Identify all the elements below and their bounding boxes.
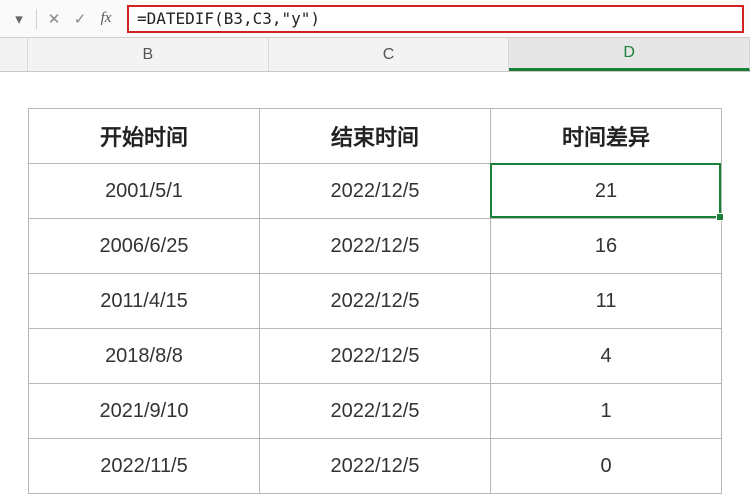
col-header-d[interactable]: D [509,38,750,71]
cell-start[interactable]: 2021/9/10 [29,384,260,439]
cell-start[interactable]: 2011/4/15 [29,274,260,329]
header-end[interactable]: 结束时间 [260,109,491,164]
table-row: 2006/6/252022/12/516 [29,219,722,274]
table-row: 2021/9/102022/12/51 [29,384,722,439]
cell-end[interactable]: 2022/12/5 [260,274,491,329]
formula-bar: ▾ ✕ ✓ fx =DATEDIF(B3,C3,"y") [0,0,750,38]
cell-start[interactable]: 2022/11/5 [29,439,260,494]
cell-diff[interactable]: 1 [491,384,722,439]
cell-start[interactable]: 2006/6/25 [29,219,260,274]
header-start[interactable]: 开始时间 [29,109,260,164]
table-row: 2022/11/52022/12/50 [29,439,722,494]
table-header-row: 开始时间 结束时间 时间差异 [29,109,722,164]
col-header-b[interactable]: B [28,38,269,71]
cell-end[interactable]: 2022/12/5 [260,329,491,384]
column-header-row: B C D [0,38,750,72]
header-diff[interactable]: 时间差异 [491,109,722,164]
check-icon: ✓ [74,10,87,28]
data-table: 开始时间 结束时间 时间差异 2001/5/12022/12/5212006/6… [28,108,722,494]
cancel-formula-button[interactable]: ✕ [41,6,67,32]
cell-end[interactable]: 2022/12/5 [260,219,491,274]
confirm-formula-button[interactable]: ✓ [67,6,93,32]
cell-end[interactable]: 2022/12/5 [260,384,491,439]
cell-diff[interactable]: 21 [491,164,722,219]
col-header-c[interactable]: C [269,38,510,71]
divider [36,9,37,29]
insert-function-button[interactable]: fx [93,6,119,32]
formula-input[interactable]: =DATEDIF(B3,C3,"y") [127,5,744,33]
table-row: 2018/8/82022/12/54 [29,329,722,384]
fx-icon: fx [101,10,112,27]
cell-diff[interactable]: 4 [491,329,722,384]
close-icon: ✕ [48,10,61,28]
cell-start[interactable]: 2018/8/8 [29,329,260,384]
cell-end[interactable]: 2022/12/5 [260,439,491,494]
select-all-corner[interactable] [0,38,28,71]
namebox-dropdown[interactable]: ▾ [6,6,32,32]
table-row: 2001/5/12022/12/521 [29,164,722,219]
worksheet-area[interactable]: 开始时间 结束时间 时间差异 2001/5/12022/12/5212006/6… [0,72,750,494]
cell-diff[interactable]: 16 [491,219,722,274]
chevron-down-icon: ▾ [15,10,23,28]
table-row: 2011/4/152022/12/511 [29,274,722,329]
cell-start[interactable]: 2001/5/1 [29,164,260,219]
cell-diff[interactable]: 11 [491,274,722,329]
formula-text: =DATEDIF(B3,C3,"y") [137,9,320,28]
cell-end[interactable]: 2022/12/5 [260,164,491,219]
cell-diff[interactable]: 0 [491,439,722,494]
